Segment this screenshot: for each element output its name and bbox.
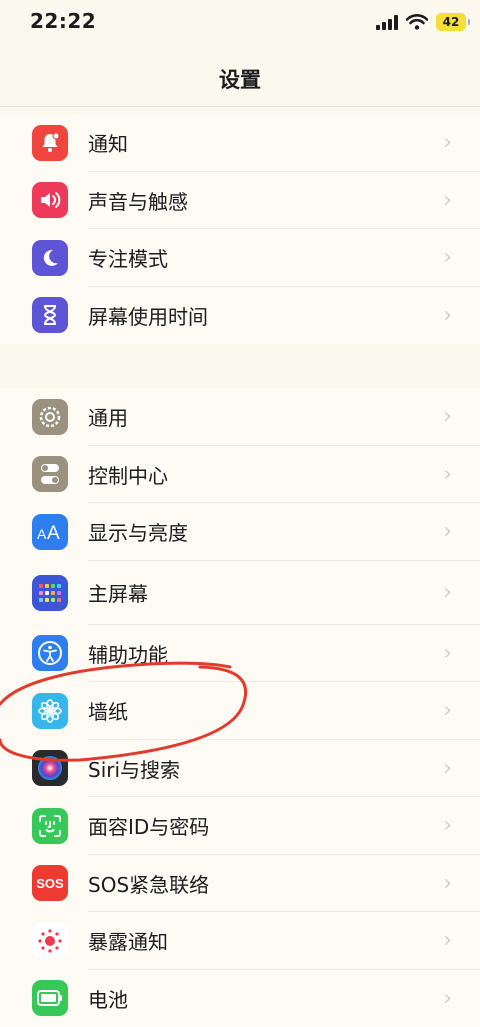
exposure-icon [32, 923, 68, 959]
row-label: 辅助功能 [88, 639, 168, 668]
settings-row-home-screen[interactable]: 主屏幕 › [0, 561, 480, 625]
toggles-icon [32, 456, 68, 492]
chevron-right-icon: › [443, 813, 452, 838]
svg-text:A: A [37, 526, 47, 542]
settings-group-2: 通用 › 控制中心 › AA 显示与亮度 › 主屏幕 › [0, 388, 480, 1027]
settings-row-focus[interactable]: 专注模式 › [0, 229, 480, 287]
chevron-right-icon: › [443, 986, 452, 1011]
row-label: 声音与触感 [88, 186, 188, 215]
gear-icon [32, 399, 68, 435]
chevron-right-icon: › [443, 519, 452, 544]
settings-row-wallpaper[interactable]: 墙纸 › [0, 682, 480, 740]
speaker-icon [32, 182, 68, 218]
bell-icon [32, 125, 68, 161]
battery-icon [32, 980, 68, 1016]
chevron-right-icon: › [443, 641, 452, 666]
chevron-right-icon: › [443, 130, 452, 155]
chevron-right-icon: › [443, 871, 452, 896]
chevron-right-icon: › [443, 928, 452, 953]
text-size-icon: AA [32, 514, 68, 550]
row-label: 显示与亮度 [88, 517, 188, 546]
row-label: 面容ID与密码 [88, 811, 209, 840]
settings-row-general[interactable]: 通用 › [0, 388, 480, 446]
row-label: 控制中心 [88, 460, 168, 489]
row-label: 专注模式 [88, 243, 168, 272]
settings-row-notifications[interactable]: 通知 › [0, 114, 480, 172]
settings-row-battery[interactable]: 电池 › [0, 970, 480, 1027]
status-time: 22:22 [30, 9, 96, 33]
svg-text:A: A [47, 523, 60, 542]
page-title: 设置 [0, 64, 480, 94]
row-label: 暴露通知 [88, 926, 168, 955]
chevron-right-icon: › [443, 580, 452, 605]
status-icons: 42 [376, 12, 466, 32]
settings-group-1: 通知 › 声音与触感 › 专注模式 › 屏幕使用时间 › [0, 114, 480, 344]
flower-icon [32, 693, 68, 729]
navigation-bar: 设置 [0, 44, 480, 107]
siri-icon [32, 750, 68, 786]
chevron-right-icon: › [443, 462, 452, 487]
settings-row-control-center[interactable]: 控制中心 › [0, 446, 480, 504]
battery-level: 42 [443, 15, 460, 29]
chevron-right-icon: › [443, 245, 452, 270]
wifi-icon [406, 14, 428, 30]
settings-row-display[interactable]: AA 显示与亮度 › [0, 503, 480, 561]
row-label: SOS紧急联络 [88, 869, 209, 898]
moon-icon [32, 240, 68, 276]
sos-icon-text: SOS [36, 876, 63, 891]
accessibility-icon [32, 635, 68, 671]
row-label: Siri与搜索 [88, 754, 180, 783]
row-label: 墙纸 [88, 696, 128, 725]
cellular-signal-icon [376, 14, 398, 30]
battery-indicator: 42 [436, 13, 466, 31]
chevron-right-icon: › [443, 303, 452, 328]
chevron-right-icon: › [443, 698, 452, 723]
chevron-right-icon: › [443, 756, 452, 781]
row-label: 主屏幕 [88, 578, 148, 607]
row-label: 通知 [88, 128, 128, 157]
settings-row-emergency-sos[interactable]: SOS SOS紧急联络 › [0, 855, 480, 913]
settings-row-exposure-notifications[interactable]: 暴露通知 › [0, 912, 480, 970]
settings-row-face-id[interactable]: 面容ID与密码 › [0, 797, 480, 855]
settings-row-screen-time[interactable]: 屏幕使用时间 › [0, 287, 480, 345]
status-bar: 22:22 42 [0, 0, 480, 44]
sos-icon: SOS [32, 865, 68, 901]
row-label: 通用 [88, 402, 128, 431]
face-id-icon [32, 808, 68, 844]
chevron-right-icon: › [443, 404, 452, 429]
settings-row-accessibility[interactable]: 辅助功能 › [0, 625, 480, 683]
settings-row-siri[interactable]: Siri与搜索 › [0, 740, 480, 798]
settings-row-sounds[interactable]: 声音与触感 › [0, 172, 480, 230]
app-grid-icon [32, 575, 68, 611]
row-label: 电池 [88, 984, 128, 1013]
chevron-right-icon: › [443, 188, 452, 213]
hourglass-icon [32, 297, 68, 333]
row-label: 屏幕使用时间 [88, 301, 208, 330]
